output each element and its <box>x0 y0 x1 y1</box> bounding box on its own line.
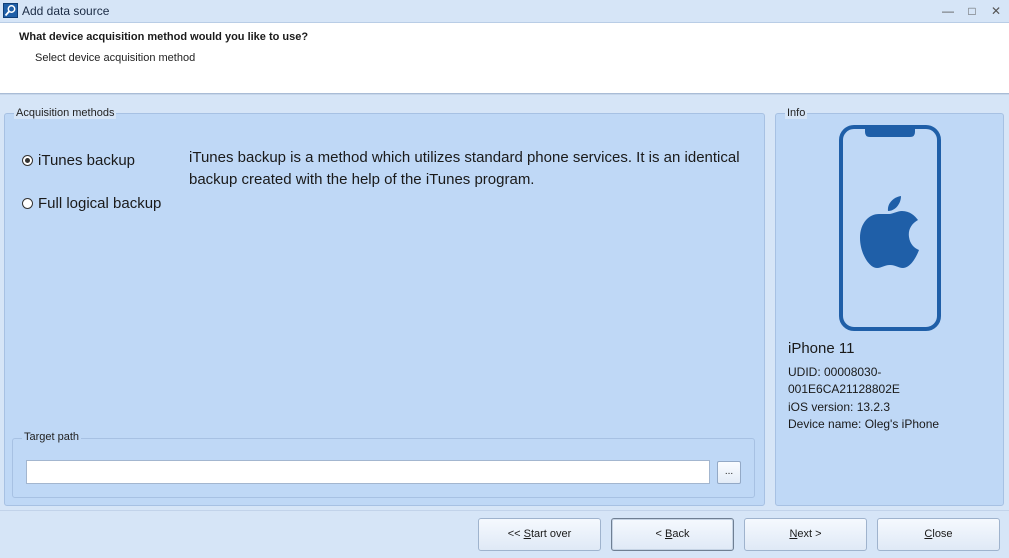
radio-full-logical-backup[interactable]: Full logical backup <box>22 194 161 212</box>
browse-button[interactable]: ... <box>717 461 741 484</box>
radio-full-logical-backup-label: Full logical backup <box>38 194 162 212</box>
iphone-apple-icon <box>839 125 941 331</box>
start-over-button[interactable]: << Start over <box>478 518 601 551</box>
device-model: iPhone 11 <box>788 340 855 357</box>
app-search-icon <box>3 3 18 18</box>
page-subtitle: Select device acquisition method <box>35 52 196 64</box>
method-description: iTunes backup is a method which utilizes… <box>189 149 740 188</box>
start-over-prefix: << <box>507 528 524 540</box>
page-title: What device acquisition method would you… <box>19 31 309 43</box>
ios-version: iOS version: 13.2.3 <box>788 400 891 414</box>
close-label: lose <box>932 528 953 540</box>
close-window-button[interactable]: ✕ <box>986 2 1006 20</box>
window-title: Add data source <box>22 4 110 18</box>
udid-line-2: 001E6CA21128802E <box>788 382 900 396</box>
back-prefix: < <box>655 528 665 540</box>
close-button[interactable]: Close <box>877 518 1000 551</box>
udid-line-1: UDID: 00008030- <box>788 365 882 379</box>
back-button[interactable]: < Back <box>611 518 734 551</box>
acquisition-methods-legend: Acquisition methods <box>14 107 117 119</box>
target-path-legend: Target path <box>22 431 82 443</box>
start-over-accesskey: S <box>523 528 531 540</box>
maximize-button[interactable]: □ <box>962 2 982 20</box>
header-divider <box>0 94 1009 95</box>
device-name: Device name: Oleg's iPhone <box>788 417 940 431</box>
radio-checked-icon[interactable] <box>22 154 33 166</box>
title-bar: Add data source — □ ✕ <box>0 0 1009 23</box>
start-over-label: tart over <box>530 528 572 540</box>
minimize-button[interactable]: — <box>938 2 958 20</box>
radio-unchecked-icon[interactable] <box>22 197 33 209</box>
footer-divider <box>0 510 1009 511</box>
radio-itunes-backup-label: iTunes backup <box>38 151 136 169</box>
radio-itunes-backup[interactable]: iTunes backup <box>22 151 135 169</box>
info-legend: Info <box>785 107 808 119</box>
wizard-header: What device acquisition method would you… <box>0 23 1009 94</box>
next-label: ext > <box>797 528 822 540</box>
back-label: ack <box>672 528 690 540</box>
target-path-input[interactable] <box>26 460 710 484</box>
next-button[interactable]: Next > <box>744 518 867 551</box>
